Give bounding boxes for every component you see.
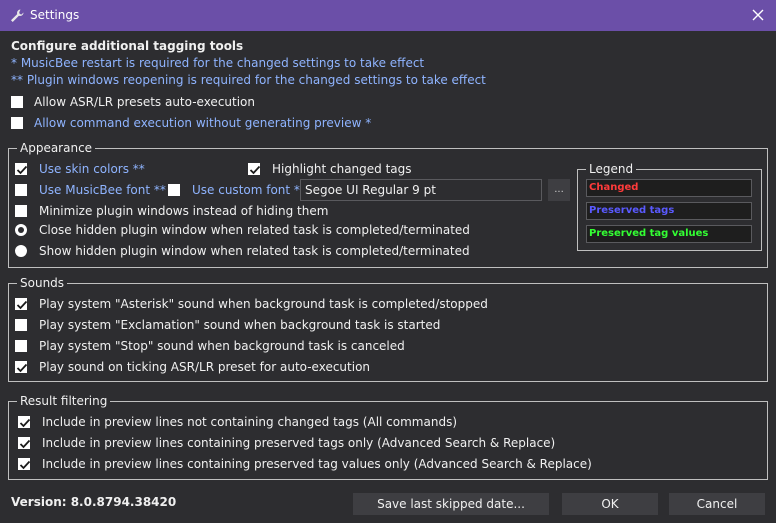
use-musicbee-font-checkbox[interactable] [15,184,27,196]
filter-not-changed-label: Include in preview lines not containing … [42,415,458,429]
appearance-group-label: Appearance [17,141,96,155]
filter-preserved-tags-label: Include in preview lines containing pres… [42,436,556,450]
use-custom-font-checkbox[interactable] [168,184,180,196]
check-icon [19,439,31,449]
filter-not-changed-checkbox[interactable] [18,416,31,428]
show-hidden-radio[interactable] [15,245,27,257]
filter-preserved-tags-checkbox[interactable] [18,437,31,449]
reopen-note: ** Plugin windows reopening is required … [11,73,486,87]
restart-note: * MusicBee restart is required for the c… [11,56,425,70]
filter-preserved-values-label: Include in preview lines containing pres… [42,457,592,471]
sound-stop-checkbox[interactable] [15,340,27,352]
use-custom-font-label: Use custom font ** [192,183,306,197]
check-icon [249,165,261,175]
minimize-windows-checkbox[interactable] [15,205,27,217]
ok-button[interactable]: OK [562,493,658,515]
legend-group-label: Legend [586,162,637,176]
close-hidden-label: Close hidden plugin window when related … [39,223,470,237]
window-title: Settings [30,8,80,22]
highlight-changed-checkbox[interactable] [248,163,261,175]
sound-preset-checkbox[interactable] [15,361,28,373]
custom-font-field[interactable]: Segoe UI Regular 9 pt [300,179,542,201]
save-skipped-date-button[interactable]: Save last skipped date... [353,493,549,515]
highlight-changed-label: Highlight changed tags [272,162,412,176]
asr-autoexec-label: Allow ASR/LR presets auto-execution [34,95,256,109]
check-icon [19,418,31,428]
sound-asterisk-label: Play system "Asterisk" sound when backgr… [39,297,488,311]
sound-asterisk-checkbox[interactable] [15,298,28,310]
cmd-no-preview-checkbox[interactable] [11,117,23,129]
minimize-windows-label: Minimize plugin windows instead of hidin… [39,204,329,218]
title-bar: Settings [0,0,776,31]
use-skin-colors-label: Use skin colors ** [39,162,145,176]
use-musicbee-font-label: Use MusicBee font ** [39,183,166,197]
asr-autoexec-checkbox[interactable] [11,96,23,108]
version-label: Version: 8.0.8794.38420 [11,495,177,509]
check-icon [16,300,28,310]
legend-changed: Changed [586,179,752,197]
show-hidden-label: Show hidden plugin window when related t… [39,244,470,258]
settings-heading: Configure additional tagging tools [11,39,244,53]
check-icon [16,165,28,175]
sound-preset-label: Play sound on ticking ASR/LR preset for … [39,360,371,374]
legend-preserved-tags: Preserved tags [586,202,752,220]
cancel-button[interactable]: Cancel [669,493,765,515]
legend-preserved-tag-values: Preserved tag values [586,225,752,243]
close-hidden-radio[interactable] [15,224,27,236]
font-browse-button[interactable]: ... [548,179,570,201]
sound-exclamation-checkbox[interactable] [15,319,27,331]
result-filtering-group-label: Result filtering [17,394,111,408]
sounds-group-label: Sounds [17,276,68,290]
cmd-no-preview-label: Allow command execution without generati… [34,116,372,130]
sound-exclamation-label: Play system "Exclamation" sound when bac… [39,318,441,332]
wrench-icon [11,9,24,22]
use-skin-colors-checkbox[interactable] [15,163,28,175]
sound-stop-label: Play system "Stop" sound when background… [39,339,405,353]
check-icon [16,363,28,373]
check-icon [19,460,31,470]
filter-preserved-values-checkbox[interactable] [18,458,31,470]
close-icon[interactable] [748,5,768,25]
